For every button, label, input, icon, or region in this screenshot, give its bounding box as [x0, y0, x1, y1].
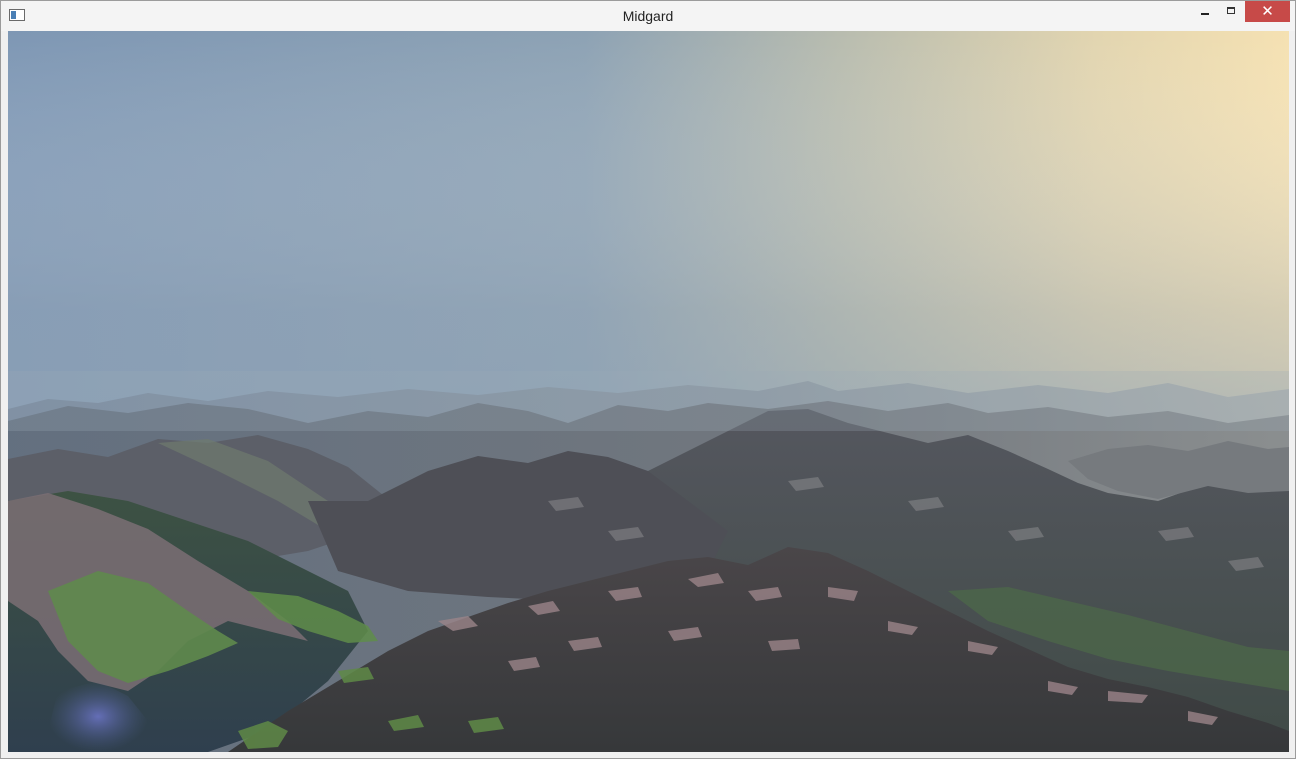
title-bar[interactable]: Midgard ✕ [1, 1, 1295, 31]
maximize-icon [1227, 7, 1235, 14]
terrain-scene [8, 31, 1289, 752]
minimize-icon [1201, 13, 1209, 15]
window-title: Midgard [622, 8, 674, 24]
render-viewport[interactable] [8, 31, 1289, 752]
minimize-button[interactable] [1191, 1, 1218, 22]
close-button[interactable]: ✕ [1245, 1, 1290, 22]
app-window: Midgard ✕ [0, 0, 1296, 759]
maximize-button[interactable] [1218, 1, 1245, 22]
close-icon: ✕ [1261, 3, 1274, 20]
